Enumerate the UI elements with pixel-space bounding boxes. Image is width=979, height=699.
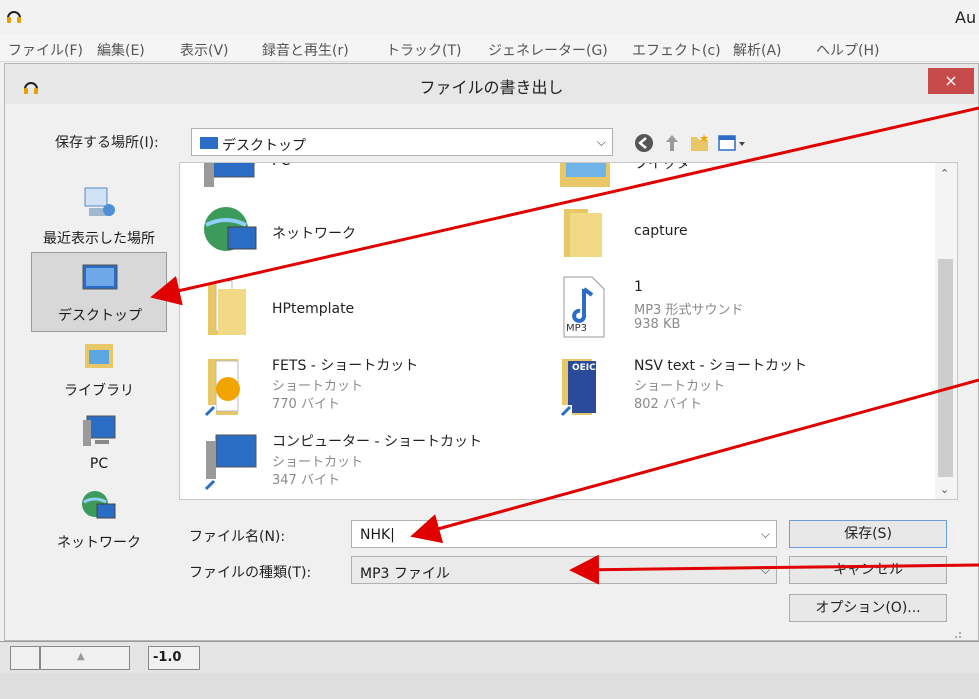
filetype-label: ファイルの種類(T): — [189, 565, 312, 581]
file-type: MP3 形式サウンド — [634, 303, 744, 318]
file-name: HPtemplate — [272, 301, 355, 317]
libraries-icon — [85, 344, 113, 368]
places-bar: 最近表示した場所 デスクトップ ライブラリ PC ネットワーク — [19, 168, 173, 623]
file-name: 1 — [634, 279, 643, 295]
file-name: FETS - ショートカット — [272, 358, 419, 374]
computer-shortcut-icon — [204, 434, 257, 491]
place-pc[interactable]: PC — [31, 404, 167, 484]
scroll-up-icon[interactable]: ⌃ — [940, 167, 949, 180]
file-size: 347 バイト — [272, 473, 340, 488]
place-libraries[interactable]: ライブラリ — [31, 328, 167, 408]
options-button[interactable]: オプション(O)... — [789, 594, 947, 622]
resize-grip-icon[interactable] — [949, 626, 963, 640]
chevron-down-icon: ⌵ — [760, 527, 770, 541]
up-folder-icon[interactable] — [661, 132, 683, 154]
view-menu-icon[interactable] — [717, 132, 747, 154]
dialog-title: ファイルの書き出し — [419, 78, 564, 97]
menu-record-play[interactable]: 録音と再生(r) — [262, 40, 349, 60]
ruler-cell — [10, 646, 40, 670]
filetype-dropdown[interactable]: MP3 ファイル ⌵ — [351, 556, 777, 584]
save-button[interactable]: 保存(S) — [789, 520, 947, 548]
file-name: ツイッター — [634, 162, 704, 172]
menu-view[interactable]: 表示(V) — [180, 40, 229, 60]
menu-help[interactable]: ヘルプ(H) — [816, 40, 879, 60]
scroll-down-icon[interactable]: ⌄ — [940, 483, 949, 496]
filetype-value: MP3 ファイル — [360, 566, 450, 582]
dialog-title-bar: ファイルの書き出し × — [5, 64, 978, 104]
menu-analyze[interactable]: 解析(A) — [733, 40, 782, 60]
menu-effect[interactable]: エフェクト(c) — [632, 40, 721, 60]
desktop-icon — [82, 264, 118, 290]
new-folder-icon[interactable] — [689, 132, 711, 154]
menu-generate[interactable]: ジェネレーター(G) — [488, 40, 608, 60]
place-network[interactable]: ネットワーク — [31, 480, 167, 560]
file-name: capture — [634, 223, 688, 239]
file-size: 938 KB — [634, 317, 681, 332]
file-list-scrollbar[interactable]: ⌃ ⌄ — [935, 163, 957, 499]
mp3-badge: MP3 — [566, 323, 588, 334]
audacity-headphones-icon — [7, 11, 21, 23]
filename-input[interactable]: NHK| ⌵ — [351, 520, 777, 548]
export-file-dialog: ファイルの書き出し × 保存する場所(I): デスクトップ ⌵ 最近表示した場所… — [4, 63, 979, 641]
menu-bar: ファイル(F) 編集(E) 表示(V) 録音と再生(r) トラック(T) ジェネ… — [0, 34, 979, 62]
menu-file[interactable]: ファイル(F) — [8, 40, 83, 60]
filename-label: ファイル名(N): — [189, 529, 286, 545]
toeic-badge: OEIC — [572, 363, 596, 373]
folder-icon — [208, 280, 246, 335]
recent-places-icon — [84, 187, 115, 216]
place-recent[interactable]: 最近表示した場所 — [31, 176, 167, 256]
folder-icon — [560, 163, 610, 187]
app-title: Au — [955, 8, 977, 27]
file-size: 802 バイト — [634, 397, 702, 412]
place-label: ネットワーク — [57, 535, 141, 551]
file-type: ショートカット — [272, 455, 364, 470]
track-ruler: ▲ -1.0 — [0, 641, 979, 673]
file-name: ネットワーク — [272, 226, 356, 242]
file-type: ショートカット — [272, 379, 364, 394]
file-list[interactable]: PC ツイッター ネットワーク capture HPtemplate MP3 1… — [179, 162, 958, 500]
ruler-value-cell: -1.0 — [148, 646, 200, 670]
triangle-up-icon: ▲ — [77, 651, 85, 662]
place-desktop[interactable]: デスクトップ — [31, 252, 167, 332]
ruler-cell[interactable]: ▲ — [40, 646, 130, 670]
folder-shortcut-icon — [204, 359, 240, 417]
save-in-value: デスクトップ — [222, 138, 306, 154]
back-icon[interactable] — [633, 132, 655, 154]
place-label: デスクトップ — [58, 308, 142, 324]
desktop-icon — [200, 137, 218, 149]
filename-value: NHK| — [360, 527, 395, 543]
file-name: PC — [272, 163, 290, 169]
close-button[interactable]: × — [928, 68, 974, 94]
menu-edit[interactable]: 編集(E) — [97, 40, 145, 60]
cancel-button[interactable]: キャンセル — [789, 556, 947, 584]
file-name: NSV text - ショートカット — [634, 358, 807, 374]
file-name: コンピューター - ショートカット — [272, 434, 482, 450]
app-title-bar: Au — [0, 0, 979, 34]
scrollbar-thumb[interactable] — [938, 259, 953, 477]
computer-icon — [83, 415, 116, 446]
file-type: ショートカット — [634, 379, 726, 394]
place-label: ライブラリ — [64, 383, 134, 399]
network-globe-icon — [82, 491, 116, 519]
chevron-down-icon: ⌵ — [760, 563, 770, 577]
network-globe-icon — [204, 207, 257, 251]
track-area — [0, 673, 979, 699]
computer-icon — [204, 163, 255, 187]
save-in-label: 保存する場所(I): — [55, 135, 159, 151]
place-label: 最近表示した場所 — [43, 231, 155, 247]
place-label: PC — [89, 456, 109, 472]
save-in-dropdown[interactable]: デスクトップ ⌵ — [191, 128, 613, 156]
ruler-value: -1.0 — [153, 650, 182, 665]
menu-track[interactable]: トラック(T) — [386, 40, 461, 60]
file-size: 770 バイト — [272, 397, 340, 412]
folder-icon — [564, 209, 602, 257]
chevron-down-icon: ⌵ — [596, 135, 606, 149]
